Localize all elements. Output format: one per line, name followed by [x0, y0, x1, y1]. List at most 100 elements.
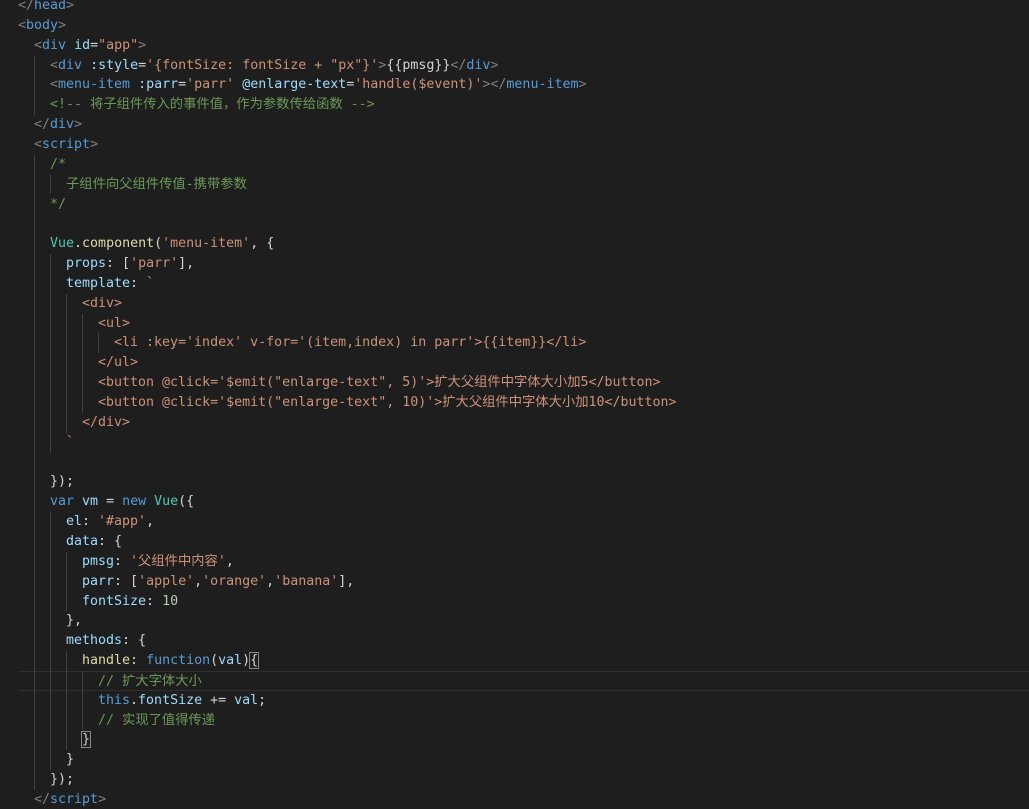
code-line[interactable]: </script>: [0, 790, 1029, 809]
code-token: :: [130, 275, 147, 291]
code-token: menu-item: [58, 77, 131, 93]
code-token: handle: [82, 653, 131, 669]
code-line[interactable]: <body>: [0, 16, 1029, 36]
code-token: function: [146, 653, 211, 669]
code-line[interactable]: });: [0, 770, 1029, 790]
code-line[interactable]: <div>: [0, 294, 1029, 314]
code-line[interactable]: /*: [0, 155, 1029, 175]
code-line[interactable]: parr: ['apple','orange','banana'],: [0, 572, 1029, 592]
code-line[interactable]: data: {: [0, 532, 1029, 552]
code-line[interactable]: }: [0, 730, 1029, 750]
code-token: <button @click='$emit("enlarge-text", 5)…: [98, 375, 661, 391]
code-token: 'orange': [202, 573, 267, 589]
code-line[interactable]: methods: {: [0, 631, 1029, 651]
code-token: });: [50, 772, 75, 788]
code-line[interactable]: },: [0, 611, 1029, 631]
code-token: ;: [258, 692, 267, 708]
code-token: {: [249, 652, 260, 670]
code-token: </div>: [82, 414, 131, 430]
code-line[interactable]: handle: function(val){: [0, 651, 1029, 671]
code-token: : {: [122, 633, 147, 649]
code-token: vm: [82, 494, 99, 510]
code-token: :: [82, 514, 99, 530]
code-token: <: [18, 17, 27, 33]
code-line[interactable]: <div id="app">: [0, 36, 1029, 56]
code-token: ): [242, 653, 251, 669]
code-editor[interactable]: </head> <body> <div id="app"> <div :style='…: [0, 0, 1029, 809]
code-token: component: [82, 236, 155, 252]
code-token: :style: [90, 57, 139, 73]
code-line[interactable]: fontSize: 10: [0, 592, 1029, 612]
code-line[interactable]: <button @click='$emit("enlarge-text", 10…: [0, 393, 1029, 413]
code-line[interactable]: Vue.component('menu-item', {: [0, 234, 1029, 254]
code-token: 'handle($event)': [354, 77, 483, 93]
code-line[interactable]: template: `: [0, 274, 1029, 294]
code-token: <button @click='$emit("enlarge-text", 10…: [98, 395, 677, 410]
code-token: val: [218, 653, 243, 669]
code-line[interactable]: <button @click='$emit("enlarge-text", 5)…: [0, 373, 1029, 393]
code-line[interactable]: });: [0, 472, 1029, 492]
code-line[interactable]: // 实现了值得传递: [0, 711, 1029, 731]
code-line[interactable]: <ul>: [0, 314, 1029, 334]
code-token: </: [450, 57, 467, 73]
code-token: >: [90, 136, 99, 152]
code-token: var: [50, 494, 75, 510]
code-line[interactable]: <!-- 将子组件传入的事件值，作为参数传给函数 -->: [0, 95, 1029, 115]
code-line[interactable]: </div>: [0, 413, 1029, 433]
code-line[interactable]: el: '#app',: [0, 512, 1029, 532]
code-token: {{pmsg}}: [386, 57, 451, 73]
code-token: <: [34, 37, 43, 53]
code-token: </ul>: [98, 355, 139, 371]
code-line[interactable]: <script>: [0, 135, 1029, 155]
code-token: this: [98, 692, 131, 708]
code-line[interactable]: 子组件向父组件传值-携带参数: [0, 175, 1029, 195]
code-line[interactable]: <div :style='{fontSize: fontSize + "px"}…: [0, 56, 1029, 76]
code-line[interactable]: <li :key='index' v-for='(item,index) in …: [0, 333, 1029, 353]
code-line[interactable]: */: [0, 195, 1029, 215]
code-line[interactable]: this.fontSize += val;: [0, 691, 1029, 711]
code-token: <: [34, 136, 43, 152]
indent-guide: [82, 313, 83, 413]
indent-guide: [66, 551, 67, 612]
code-token: 'banana': [274, 573, 339, 589]
code-token: id: [74, 37, 91, 53]
code-line[interactable]: }: [0, 750, 1029, 770]
code-line[interactable]: </div>: [0, 115, 1029, 135]
code-line[interactable]: </ul>: [0, 353, 1029, 373]
code-line[interactable]: props: ['parr'],: [0, 254, 1029, 274]
code-line[interactable]: [0, 214, 1029, 234]
code-token: >: [66, 0, 75, 13]
code-token: 10: [162, 593, 179, 609]
code-token: <ul>: [98, 315, 131, 331]
code-line[interactable]: <menu-item :parr='parr' @enlarge-text='h…: [0, 75, 1029, 95]
code-token: >: [58, 17, 67, 33]
code-line[interactable]: var vm = new Vue({: [0, 492, 1029, 512]
code-line[interactable]: `: [0, 433, 1029, 453]
code-token: >: [74, 117, 83, 133]
code-token: // 扩大字体大小: [98, 673, 202, 689]
code-token: ,: [266, 573, 275, 589]
code-line[interactable]: </head>: [0, 0, 1029, 16]
code-token: /*: [50, 156, 67, 172]
code-token: div: [466, 57, 491, 73]
code-token: body: [26, 17, 59, 33]
code-token: (: [210, 653, 219, 669]
code-line[interactable]: [0, 453, 1029, 473]
code-token: ({: [178, 494, 195, 510]
code-token: '{fontSize: fontSize + "px"}': [146, 57, 379, 73]
code-line[interactable]: // 扩大字体大小: [18, 670, 1029, 691]
code-token: =: [138, 57, 147, 73]
code-token: >: [98, 792, 107, 807]
code-line[interactable]: pmsg: '父组件中内容',: [0, 552, 1029, 572]
code-token: `: [66, 434, 75, 450]
indent-guide: [82, 670, 83, 731]
code-token: '父组件中内容': [130, 553, 226, 569]
code-token: props: [66, 256, 107, 272]
code-token: // 实现了值得传递: [98, 712, 216, 728]
code-token: =: [98, 494, 123, 510]
code-token: div: [42, 37, 67, 53]
indent-guide: [50, 512, 51, 771]
code-token: >: [578, 77, 587, 93]
